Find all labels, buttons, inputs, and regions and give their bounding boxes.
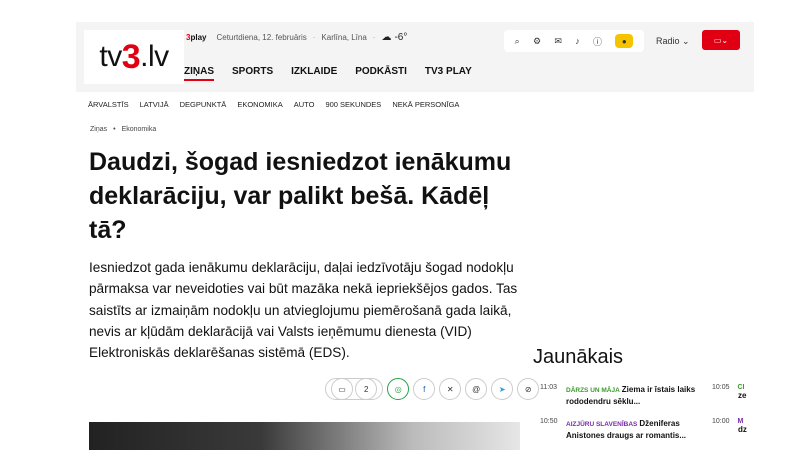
nav-item-izklaide[interactable]: IZKLAIDE bbox=[291, 66, 337, 81]
logo-text-tv: tv bbox=[99, 40, 122, 73]
news-headline: dz bbox=[738, 425, 747, 434]
article-lead: Iesniedzot gada ienākumu deklarāciju, da… bbox=[89, 260, 518, 361]
header-tools: ⌕ ⚙ ✉ ♪ ⓘ ● bbox=[504, 30, 644, 52]
news-item-partial[interactable]: 10:05 CI ze bbox=[712, 384, 746, 400]
comment-icon: ▭ bbox=[331, 378, 353, 400]
news-category: AIZJŪRU SLAVENĪBAS bbox=[566, 421, 638, 428]
news-time: 10:50 bbox=[540, 418, 558, 425]
meta-separator: · bbox=[312, 33, 316, 42]
x-icon[interactable]: ✕ bbox=[439, 378, 462, 400]
bell-icon[interactable]: ♪ bbox=[575, 36, 580, 46]
facebook-icon[interactable]: f bbox=[413, 378, 436, 400]
tv3-play-badge[interactable]: 3play bbox=[186, 33, 206, 42]
radio-label: Radio bbox=[656, 36, 680, 46]
comments-button[interactable]: ▭ 2 bbox=[325, 378, 384, 400]
news-category: M bbox=[737, 418, 744, 425]
news-category: CI bbox=[737, 384, 745, 391]
news-category: DĀRZS UN MĀJA bbox=[566, 387, 620, 394]
user-icon[interactable]: ● bbox=[615, 34, 634, 48]
meta-separator: · bbox=[372, 33, 376, 42]
telegram-icon[interactable]: ➤ bbox=[491, 378, 514, 400]
current-date: Ceturtdiena, 12. februāris bbox=[216, 33, 307, 42]
news-time: 10:05 bbox=[712, 384, 730, 391]
nav-item-sports[interactable]: SPORTS bbox=[232, 66, 273, 81]
nav-item-podkasti[interactable]: PODKĀSTI bbox=[355, 66, 407, 81]
article-hero-image bbox=[89, 422, 520, 450]
news-time: 10:00 bbox=[712, 418, 730, 425]
mail-icon[interactable]: ✉ bbox=[554, 36, 562, 47]
news-item[interactable]: 11:03 DĀRZS UN MĀJA Ziema ir īstais laik… bbox=[540, 384, 705, 408]
site-logo[interactable]: tv 3 .lv bbox=[84, 30, 184, 84]
breadcrumb: Ziņas • Ekonomika bbox=[90, 126, 156, 133]
temperature: -6° bbox=[394, 32, 408, 43]
tv-dropdown-button[interactable]: ▭ ⌄ bbox=[702, 30, 740, 50]
news-item-partial[interactable]: 10:00 M dz bbox=[712, 418, 747, 434]
name-day: Karlīna, Līna bbox=[321, 33, 367, 42]
subnav-item[interactable]: LATVIJĀ bbox=[140, 100, 169, 109]
subnav-item[interactable]: 900 SEKUNDES bbox=[325, 100, 381, 109]
chevron-down-icon: ⌄ bbox=[682, 36, 690, 46]
cloud-icon: ☁ bbox=[381, 32, 392, 43]
subnav-item[interactable]: NEKĀ PERSONĪGA bbox=[392, 100, 459, 109]
link-icon[interactable]: ⊘ bbox=[517, 378, 540, 400]
play-label: play bbox=[190, 33, 207, 42]
breadcrumb-item[interactable]: Ziņas bbox=[90, 126, 107, 133]
news-item[interactable]: 10:50 AIZJŪRU SLAVENĪBAS Dženiferas Anis… bbox=[540, 418, 705, 442]
weather: ☁ -6° bbox=[381, 32, 407, 43]
subnav-item[interactable]: DEGPUNKTĀ bbox=[180, 100, 227, 109]
logo-text-3: 3 bbox=[121, 37, 141, 76]
sidebar-title: Jaunākais bbox=[533, 346, 624, 368]
whatsapp-icon[interactable]: ◎ bbox=[387, 378, 410, 400]
threads-icon[interactable]: @ bbox=[465, 378, 488, 400]
subnav-item[interactable]: AUTO bbox=[294, 100, 315, 109]
radio-dropdown[interactable]: Radio ⌄ bbox=[656, 36, 690, 47]
article-title: Daudzi, šogad iesniedzot ienākumu deklar… bbox=[89, 148, 512, 244]
search-icon[interactable]: ⌕ bbox=[515, 36, 520, 47]
tv-icon: ▭ bbox=[713, 35, 722, 45]
share-bar: ▭ 2 ◎ f ✕ @ ➤ ⊘ bbox=[325, 378, 540, 400]
main-nav: ZIŅAS SPORTS IZKLAIDE PODKĀSTI TV3 PLAY bbox=[184, 66, 490, 81]
nav-item-tv3-play[interactable]: TV3 PLAY bbox=[425, 66, 472, 81]
news-time: 11:03 bbox=[540, 384, 557, 391]
subnav-item[interactable]: EKONOMIKA bbox=[237, 100, 282, 109]
comments-count: 2 bbox=[355, 378, 378, 400]
header-meta-row: 3play Ceturtdiena, 12. februāris · Karlī… bbox=[186, 32, 407, 43]
chevron-down-icon: ⌄ bbox=[721, 35, 729, 45]
breadcrumb-separator: • bbox=[113, 126, 116, 133]
nav-item-zinas[interactable]: ZIŅAS bbox=[184, 66, 214, 81]
info-icon[interactable]: ⓘ bbox=[593, 35, 602, 48]
logo-text-lv: .lv bbox=[140, 40, 169, 73]
breadcrumb-item[interactable]: Ekonomika bbox=[122, 126, 157, 133]
sub-nav: ĀRVALSTĪS LATVIJĀ DEGPUNKTĀ EKONOMIKA AU… bbox=[88, 100, 470, 109]
gear-icon[interactable]: ⚙ bbox=[533, 36, 541, 47]
news-headline: ze bbox=[738, 391, 747, 400]
subnav-item[interactable]: ĀRVALSTĪS bbox=[88, 100, 129, 109]
